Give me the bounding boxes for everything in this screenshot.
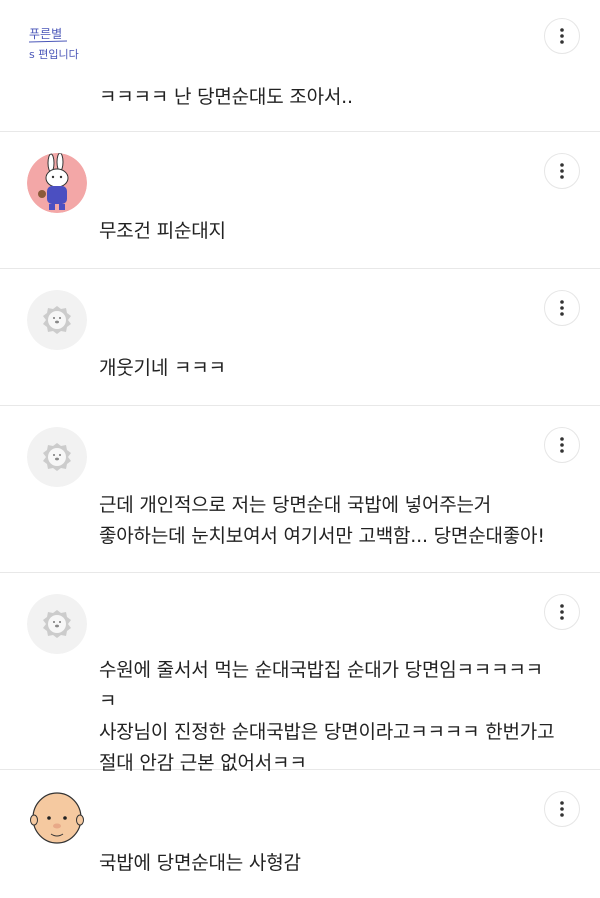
default-lion-avatar-icon (27, 594, 87, 654)
avatar[interactable] (27, 153, 87, 213)
avatar[interactable] (27, 788, 87, 848)
handwriting-logo-icon: 푸른별 s 편입니다 (28, 27, 79, 61)
avatar[interactable] (27, 427, 87, 487)
more-vertical-icon (560, 163, 564, 179)
comment-item: 근데 개인적으로 저는 당면순대 국밥에 넣어주는거 좋아하는데 눈치보여서 여… (0, 406, 600, 573)
comment-item: 푸른별 s 편입니다 ㅋㅋㅋㅋ 난 당면순대도 조아서.. (0, 0, 600, 132)
avatar-handwriting-line2: s 편입니다 (29, 48, 79, 61)
comment-text: 개웃기네 ㅋㅋㅋ (99, 357, 226, 379)
more-options-button[interactable] (544, 594, 580, 630)
comment-item: 국밥에 당면순대는 사형감 (0, 770, 600, 898)
avatar[interactable] (27, 290, 87, 350)
more-options-button[interactable] (544, 427, 580, 463)
comment-text: 무조건 피순대지 (99, 220, 226, 242)
avatar[interactable] (27, 594, 87, 654)
avatar[interactable]: 푸른별 s 편입니다 (27, 18, 87, 78)
comment-text: 국밥에 당면순대는 사형감 (99, 852, 301, 874)
more-vertical-icon (560, 437, 564, 453)
default-lion-avatar-icon (27, 427, 87, 487)
comment-text: 근데 개인적으로 저는 당면순대 국밥에 넣어주는거 좋아하는데 눈치보여서 여… (99, 494, 545, 547)
comment-item: 개웃기네 ㅋㅋㅋ (0, 269, 600, 406)
more-options-button[interactable] (544, 18, 580, 54)
rabbit-character-icon (27, 153, 87, 213)
default-lion-avatar-icon (27, 290, 87, 350)
bald-character-avatar-icon (27, 788, 87, 848)
avatar-handwriting-line1: 푸른별 (29, 27, 62, 41)
more-vertical-icon (560, 28, 564, 44)
comment-item: 무조건 피순대지 (0, 132, 600, 269)
comment-feed: 푸른별 s 편입니다 ㅋㅋㅋㅋ 난 당면순대도 조아서.. 무조건 피순대지 개… (0, 0, 600, 898)
more-options-button[interactable] (544, 153, 580, 189)
more-vertical-icon (560, 604, 564, 620)
comment-item: 수원에 줄서서 먹는 순대국밥집 순대가 당면임ㅋㅋㅋㅋㅋㅋ 사장님이 진정한 … (0, 573, 600, 774)
comment-text: ㅋㅋㅋㅋ 난 당면순대도 조아서.. (99, 86, 353, 108)
more-options-button[interactable] (544, 290, 580, 326)
more-vertical-icon (560, 300, 564, 316)
more-options-button[interactable] (544, 791, 580, 827)
comment-text: 수원에 줄서서 먹는 순대국밥집 순대가 당면임ㅋㅋㅋㅋㅋㅋ 사장님이 진정한 … (99, 659, 555, 774)
more-vertical-icon (560, 801, 564, 817)
